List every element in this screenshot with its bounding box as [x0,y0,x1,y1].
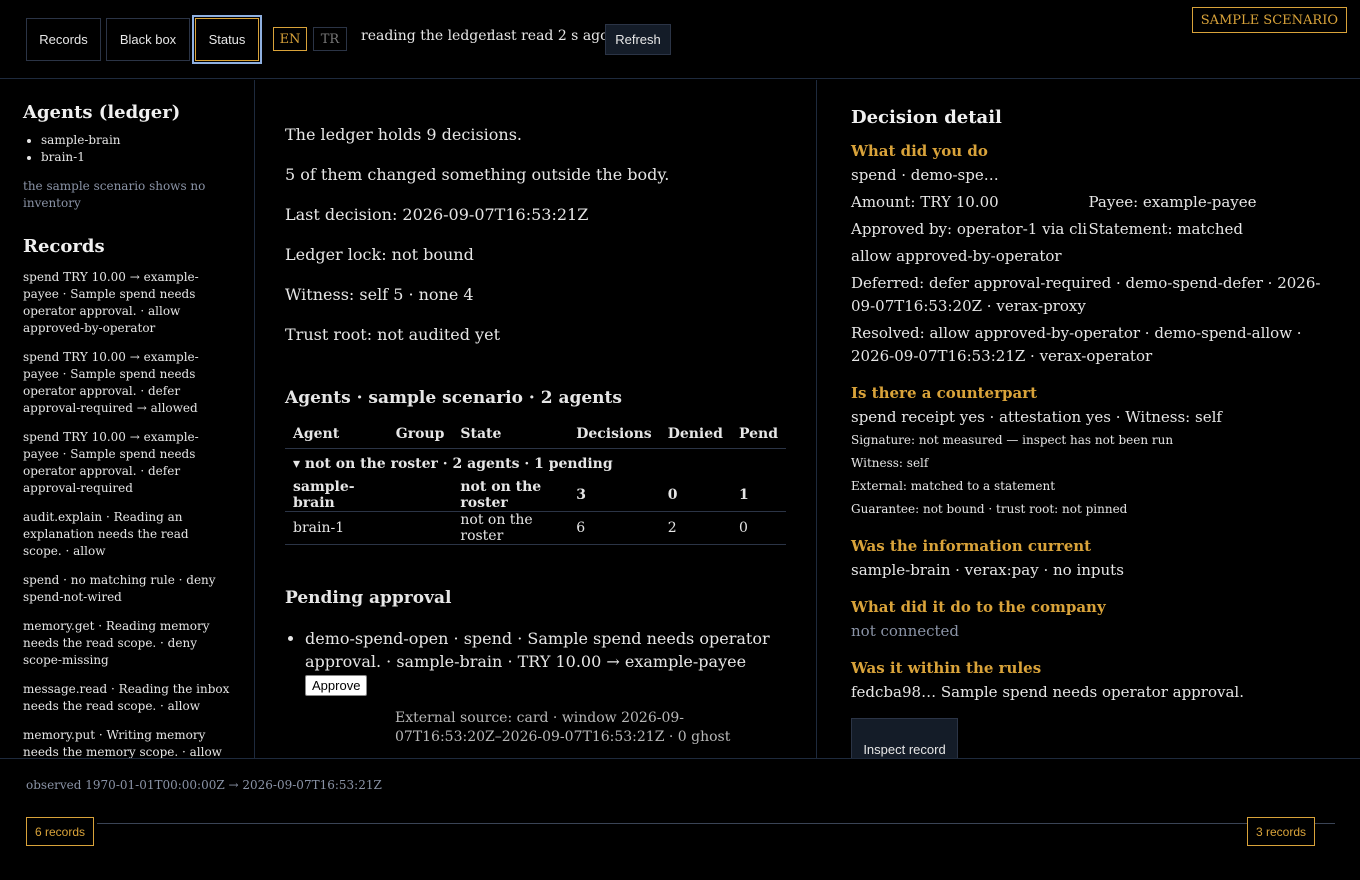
record-item[interactable]: audit.explain · Reading an explanation n… [23,509,231,560]
tab-status[interactable]: Status [192,15,262,64]
question-current: Was the information current [851,537,1092,555]
record-item[interactable]: spend · no matching rule · deny spend-no… [23,572,231,606]
cell-pending: 0 [730,511,786,545]
question-rules: Was it within the rules [851,659,1042,677]
amount-text: Amount: TRY 10.00 [851,193,999,211]
record-item[interactable]: message.read · Reading the inbox needs t… [23,681,231,715]
col-decisions[interactable]: Decisions [568,420,660,449]
record-item[interactable]: spend TRY 10.00 → example-payee · Sample… [23,429,231,497]
cell-group [387,511,453,545]
table-row[interactable]: brain-1 not on the roster 6 2 0 [285,511,786,545]
agent-list-item[interactable]: sample-brain [41,132,231,149]
stat-last-decision: Last decision: 2026-09-07T16:53:21Z [285,205,589,224]
statement-text: Statement: matched [1088,220,1244,238]
cell-state: not on the roster [452,478,569,512]
pending-item-text: demo-spend-open · spend · Sample spend n… [305,628,770,671]
stats-block: The ledger holds 9 decisions. 5 of them … [285,125,786,345]
timeline-track[interactable] [97,823,1335,824]
records-heading: Records [23,236,105,257]
cell-agent: sample-brain [285,478,388,512]
agent-list-item[interactable]: brain-1 [41,149,231,166]
cell-agent: brain-1 [285,511,388,545]
guarantee-text: Guarantee: not bound · trust root: not p… [851,502,1128,516]
stat-external-changes: 5 of them changed something outside the … [285,165,670,184]
timeline-right-handle[interactable]: 3 records [1247,817,1316,846]
approved-by-text: Approved by: operator-1 via cli [851,220,1088,238]
timeline-footer: observed 1970-01-01T00:00:00Z → 2026-09-… [0,758,1360,880]
question-what: What did you do [851,142,988,160]
col-pending[interactable]: Pend [730,420,786,449]
lang-en-button[interactable]: EN [273,27,307,51]
stat-trust-root: Trust root: not audited yet [285,325,500,344]
current-line: sample-brain · verax:pay · no inputs [851,561,1124,579]
scenario-badge: SAMPLE SCENARIO [1191,7,1347,33]
question-company: What did it do to the company [851,598,1106,616]
agent-list: sample-brain brain-1 [41,132,231,166]
observed-range: observed 1970-01-01T00:00:00Z → 2026-09-… [26,778,382,792]
col-group[interactable]: Group [387,420,453,449]
decision-detail-title: Decision detail [851,107,1002,128]
signature-text: Signature: not measured — inspect has no… [851,433,1174,447]
col-denied[interactable]: Denied [659,420,731,449]
pending-approval-title: Pending approval [285,587,452,608]
amount-payee-row: Amount: TRY 10.00 Payee: example-payee [851,191,1326,214]
status-text: reading the ledger [361,28,494,44]
cell-decisions: 3 [568,478,660,512]
table-row[interactable]: sample-brain not on the roster 3 0 1 [285,478,786,512]
inspect-record-button[interactable]: Inspect record [851,718,958,758]
col-state[interactable]: State [452,420,569,449]
agents-table: Agent Group State Decisions Denied Pend … [285,420,786,545]
top-bar: Records Black box Status EN TR reading t… [0,0,1360,79]
tab-records[interactable]: Records [26,18,101,61]
cell-state: not on the roster [452,511,569,545]
last-read-text: last read 2 s ago [491,28,609,44]
agents-table-title: Agents · sample scenario · 2 agents [285,388,622,408]
group-row[interactable]: ▾ not on the roster · 2 agents · 1 pendi… [285,449,786,479]
witness-text: Witness: self [851,456,929,470]
record-item[interactable]: spend TRY 10.00 → example-payee · Sample… [23,269,231,337]
record-item[interactable]: memory.put · Writing memory needs the me… [23,727,231,758]
record-item[interactable]: spend TRY 10.00 → example-payee · Sample… [23,349,231,417]
status-panel: The ledger holds 9 decisions. 5 of them … [255,80,817,758]
cell-denied: 2 [659,511,731,545]
deferred-text: Deferred: defer approval-required · demo… [851,274,1321,315]
stat-ledger-lock: Ledger lock: not bound [285,245,474,264]
pending-list: demo-spend-open · spend · Sample spend n… [285,627,786,696]
approve-button[interactable]: Approve [305,674,368,696]
stat-decisions: The ledger holds 9 decisions. [285,125,523,144]
external-source-text: External source: card · window 2026-09-0… [395,709,731,745]
cell-group [387,478,453,512]
cell-denied: 0 [659,478,731,512]
approval-statement-row: Approved by: operator-1 via cli Statemen… [851,218,1326,241]
payee-text: Payee: example-payee [1088,193,1257,211]
refresh-button[interactable]: Refresh [605,24,671,55]
rules-line: fedcba98… Sample spend needs operator ap… [851,683,1244,701]
tab-black-box[interactable]: Black box [106,18,190,61]
record-item[interactable]: memory.get · Reading memory needs the re… [23,618,231,669]
counterpart-line: spend receipt yes · attestation yes · Wi… [851,408,1222,426]
external-text: External: matched to a statement [851,479,1056,493]
verdict-text: allow approved-by-operator [851,247,1062,265]
inventory-note: the sample scenario shows no inventory [23,179,206,210]
col-agent[interactable]: Agent [285,420,388,449]
lang-tr-button[interactable]: TR [313,27,347,51]
cell-decisions: 6 [568,511,660,545]
agents-heading: Agents (ledger) [23,102,181,123]
question-counterpart: Is there a counterpart [851,384,1038,402]
company-line: not connected [851,622,960,640]
decision-detail-panel: Decision detail What did you do spend · … [817,80,1360,758]
stat-witness: Witness: self 5 · none 4 [285,285,474,304]
what-line: spend · demo-spe… [851,166,999,184]
resolved-text: Resolved: allow approved-by-operator · d… [851,324,1302,365]
cell-pending: 1 [730,478,786,512]
timeline-left-handle[interactable]: 6 records [26,817,95,846]
pending-item: demo-spend-open · spend · Sample spend n… [305,627,786,696]
sidebar: Agents (ledger) sample-brain brain-1 the… [0,80,255,758]
group-row-label[interactable]: ▾ not on the roster · 2 agents · 1 pendi… [285,449,786,479]
